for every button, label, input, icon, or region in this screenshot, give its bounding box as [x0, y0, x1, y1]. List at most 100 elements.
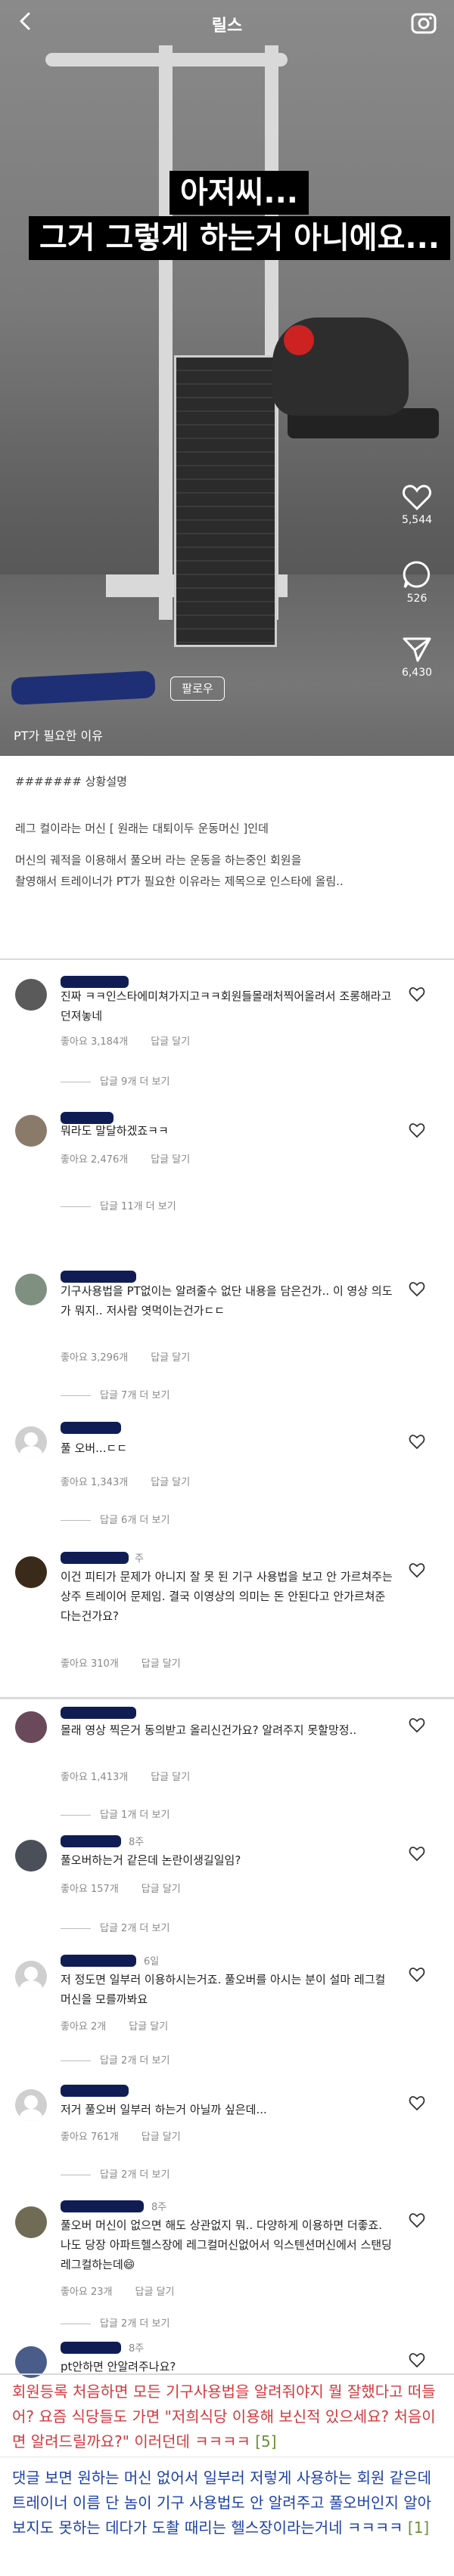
view-replies[interactable]: 답글 9개 더 보기 [61, 1073, 169, 1088]
camera-icon[interactable] [409, 8, 439, 38]
view-replies[interactable]: 답글 2개 더 보기 [61, 2052, 169, 2067]
reply-link[interactable]: 답글 달기 [141, 2132, 181, 2143]
comment-text: 기구사용법을 PT없이는 알려줄수 없단 내용을 담은건가.. 이 영상 의도가… [61, 1284, 393, 1317]
heart-icon[interactable] [409, 1281, 425, 1298]
avatar[interactable] [15, 2206, 47, 2238]
heart-icon[interactable] [409, 1434, 425, 1451]
view-replies[interactable]: 답글 11개 더 보기 [61, 1198, 176, 1212]
avatar[interactable] [15, 1961, 47, 1992]
comment-meta: 좋아요 23개 답글 달기 [61, 2283, 175, 2298]
comment-item: 주 이건 피티가 문제가 아니지 잘 못 된 기구 사용법을 보고 안 가르쳐주… [0, 1546, 454, 1682]
avatar[interactable] [15, 1274, 47, 1305]
divider [0, 958, 454, 960]
comment-text: 이건 피티가 문제가 아니지 잘 못 된 기구 사용법을 보고 안 가르쳐주는 … [61, 1570, 393, 1623]
view-replies[interactable]: 답글 2개 더 보기 [61, 2166, 169, 2181]
view-replies[interactable]: 답글 1개 더 보기 [61, 1807, 169, 1821]
heart-icon[interactable] [409, 1967, 425, 1983]
comment-meta: 좋아요 761개 답글 달기 [61, 2129, 181, 2143]
comment-item: 몰래 영상 찍은거 동의받고 올리신건가요? 알려주지 못할망정.. 좋아요 1… [0, 1701, 454, 1822]
heart-icon[interactable] [409, 1122, 425, 1139]
comment-time: 주 [135, 1553, 144, 1565]
share-button[interactable]: 6,430 [390, 635, 443, 679]
comment-text: 풀오버하는거 같은데 논란이생길일임? [61, 1853, 241, 1867]
heart-icon[interactable] [409, 1717, 425, 1734]
share-count: 6,430 [401, 667, 433, 679]
username-redaction [61, 1835, 121, 1847]
view-replies[interactable]: 답글 2개 더 보기 [61, 2315, 169, 2330]
comment-time: 8주 [129, 1837, 145, 1848]
comment-item: 6일 저 정도면 일부러 이용하시는거죠. 풀오버를 아시는 분이 설마 레그컬… [0, 1950, 454, 2079]
divider [0, 1697, 454, 1699]
comment-item: 풀 오버...ㄷㄷ 좋아요 1,343개 답글 달기 답글 6개 더 보기 [0, 1417, 454, 1546]
paper-plane-icon [403, 637, 431, 662]
reply-link[interactable]: 답글 달기 [141, 1658, 181, 1670]
comment-text: 뭐라도 말달하겠죠ㅋㅋ [61, 1124, 169, 1138]
comment-text: 몰래 영상 찍은거 동의받고 올리신건가요? 알려주지 못할망정.. [61, 1723, 357, 1737]
reels-video[interactable]: 릴스 아저씨... 그거 그렇게 하는거 아니에요... 5,544 526 6… [0, 0, 454, 756]
comment-item: 8주 풀오버 머신이 없으면 해도 상관없지 뭐.. 다양하게 이용하면 더좋죠… [0, 2196, 454, 2332]
avatar[interactable] [15, 1115, 47, 1147]
comment-time: 8주 [151, 2202, 167, 2213]
machine-post-left [159, 45, 173, 620]
like-button[interactable]: 5,544 [390, 484, 443, 526]
comment-meta: 좋아요 1,413개 답글 달기 [61, 1769, 190, 1783]
comment-button[interactable]: 526 [390, 559, 443, 605]
comment-likes: 좋아요 2,476개 [61, 1154, 129, 1166]
follow-button[interactable]: 팔로우 [170, 677, 225, 701]
like-count: 5,544 [401, 514, 433, 526]
video-caption-line2: 그거 그렇게 하는거 아니에요... [29, 216, 450, 260]
community-comment-2-tag: [1] [407, 2519, 430, 2537]
view-replies[interactable]: 답글 7개 더 보기 [61, 1387, 169, 1401]
reply-link[interactable]: 답글 달기 [129, 2021, 168, 2033]
divider [0, 2373, 454, 2375]
avatar[interactable] [15, 1556, 47, 1588]
community-comment-1-text: 회원등록 처음하면 모든 기구사용법을 알려줘야지 뭘 잘했다고 떠들어? 요즘… [12, 2382, 436, 2451]
person-head [284, 325, 314, 355]
avatar[interactable] [15, 1711, 47, 1743]
heart-icon[interactable] [409, 2095, 425, 2112]
comment-likes: 좋아요 761개 [61, 2132, 119, 2143]
comment-likes: 좋아요 1,413개 [61, 1772, 129, 1783]
comment-text: 진짜 ㅋㅋ인스타에미쳐가지고ㅋㅋ회원들몰래처찍어올려서 조롱해라고 던져놓네 [61, 989, 392, 1023]
reply-link[interactable]: 답글 달기 [151, 1772, 190, 1783]
reply-link[interactable]: 답글 달기 [151, 1352, 190, 1364]
comment-text: 저 정도면 일부러 이용하시는거죠. 풀오버를 아시는 분이 설마 레그컬 머신… [61, 1973, 386, 2006]
view-replies-label: 답글 1개 더 보기 [100, 1810, 170, 1821]
view-replies-label: 답글 7개 더 보기 [100, 1390, 170, 1401]
community-comment-2: 댓글 보면 원하는 머신 없어서 일부러 저렇게 사용하는 회원 같은데 트레이… [12, 2466, 443, 2540]
situation-line3: 촬영해서 트레이너가 PT가 필요한 이유라는 제목으로 인스타에 올림.. [15, 875, 344, 888]
reply-link[interactable]: 답글 달기 [151, 1154, 190, 1166]
comment-meta: 좋아요 2,476개 답글 달기 [61, 1151, 190, 1166]
view-replies-label: 답글 11개 더 보기 [100, 1201, 176, 1212]
heart-icon[interactable] [409, 1562, 425, 1579]
username-redaction [61, 2085, 129, 2097]
avatar[interactable] [15, 1426, 47, 1458]
username-redaction [61, 2342, 121, 2354]
comment-likes: 좋아요 1,343개 [61, 1477, 129, 1488]
situation-line1: 레그 컬이라는 머신 [ 원래는 대퇴이두 운동머신 ]인데 [15, 822, 269, 835]
reply-link[interactable]: 답글 달기 [151, 1036, 190, 1048]
comment-text: 풀오버 머신이 없으면 해도 상관없지 뭐.. 다양하게 이용하면 더좋죠. 나… [61, 2218, 392, 2271]
comment-item: 뭐라도 말달하겠죠ㅋㅋ 좋아요 2,476개 답글 달기 답글 11개 더 보기 [0, 1107, 454, 1228]
view-replies-label: 답글 2개 더 보기 [100, 1923, 170, 1934]
reels-topbar: 릴스 [0, 0, 454, 45]
reply-link[interactable]: 답글 달기 [151, 1477, 190, 1488]
comment-text: 저거 풀오버 일부러 하는거 아닐까 싶은데... [61, 2103, 267, 2116]
heart-icon[interactable] [409, 1846, 425, 1862]
comment-time: 6일 [144, 1956, 160, 1968]
avatar[interactable] [15, 979, 47, 1011]
reply-link[interactable]: 답글 달기 [135, 2287, 175, 2298]
reply-link[interactable]: 답글 달기 [141, 1884, 181, 1895]
view-replies[interactable]: 답글 2개 더 보기 [61, 1920, 169, 1934]
comment-meta: 좋아요 3,296개 답글 달기 [61, 1349, 190, 1364]
heart-icon[interactable] [409, 2352, 425, 2369]
username-redaction [61, 2200, 144, 2212]
view-replies[interactable]: 답글 6개 더 보기 [61, 1512, 169, 1526]
heart-icon [403, 485, 431, 511]
avatar[interactable] [15, 1840, 47, 1872]
comment-time: 8주 [129, 2343, 145, 2355]
avatar[interactable] [15, 2089, 47, 2121]
heart-icon[interactable] [409, 2212, 425, 2229]
comment-likes: 좋아요 2개 [61, 2021, 107, 2033]
heart-icon[interactable] [409, 986, 425, 1003]
